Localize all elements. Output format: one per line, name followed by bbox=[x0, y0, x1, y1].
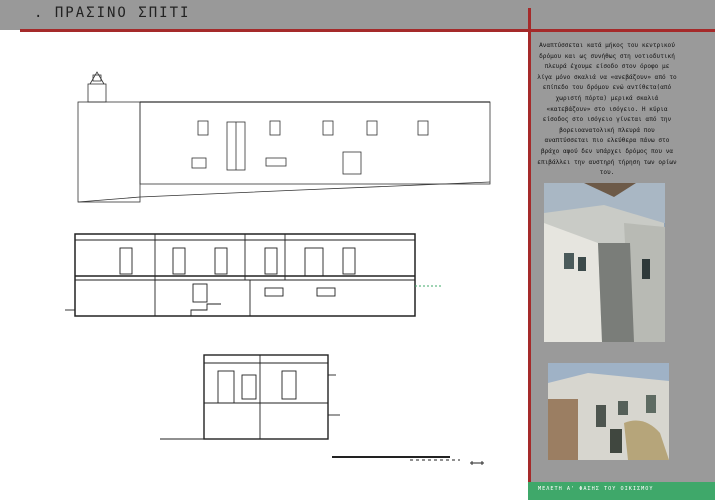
elevation-drawing bbox=[77, 71, 491, 203]
street-photo bbox=[544, 183, 665, 342]
footer-label: ΜΕΛΕΤΗ Α' ΦΑΣΗΣ ΤΟΥ ΟΙΚΙΣΜΟΥ bbox=[538, 486, 654, 492]
section-drawing bbox=[65, 233, 443, 317]
small-section-drawing bbox=[160, 354, 484, 465]
page-title: . ΠΡΑΣΙΝΟ ΣΠΙΤΙ bbox=[34, 5, 191, 21]
facade-photo bbox=[548, 363, 669, 460]
description-text: Αναπτύσσεται κατά μήκος του κεντρικού δρ… bbox=[537, 42, 677, 177]
